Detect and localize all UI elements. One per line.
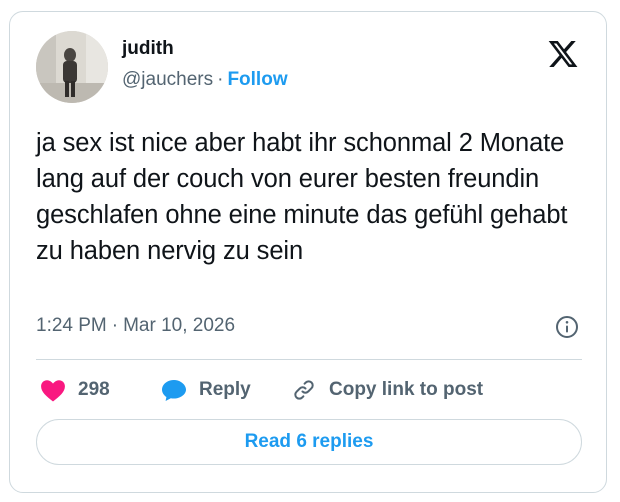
reply-button[interactable]: Reply xyxy=(161,375,251,405)
read-replies-label: Read 6 replies xyxy=(244,431,374,452)
read-replies-button[interactable]: Read 6 replies xyxy=(36,419,582,465)
author-handle[interactable]: @jauchers xyxy=(122,69,213,90)
post-date: Mar 10, 2026 xyxy=(123,315,236,336)
avatar-photo-icon xyxy=(36,31,108,103)
info-icon[interactable] xyxy=(555,315,579,339)
reply-label: Reply xyxy=(199,379,251,400)
like-count: 298 xyxy=(78,379,110,400)
link-icon xyxy=(294,380,314,400)
author-name[interactable]: judith xyxy=(122,38,174,60)
embedded-post-card: judith @jauchers · Follow ja sex ist nice … xyxy=(9,11,607,493)
x-logo-icon[interactable] xyxy=(547,38,579,70)
copy-link-button[interactable]: Copy link to post xyxy=(291,375,483,405)
divider xyxy=(36,359,582,360)
separator-dot: · xyxy=(111,315,119,336)
follow-button[interactable]: Follow xyxy=(227,69,287,90)
post-text: ja sex ist nice aber habt ihr schonmal 2… xyxy=(36,129,568,265)
avatar[interactable] xyxy=(36,31,108,103)
post-timestamp[interactable]: 1:24 PM · Mar 10, 2026 xyxy=(36,315,235,337)
heart-icon xyxy=(41,380,65,402)
copy-link-label: Copy link to post xyxy=(329,379,484,400)
speech-bubble-icon xyxy=(162,380,186,401)
post-time: 1:24 PM xyxy=(36,315,107,336)
like-button[interactable]: 298 xyxy=(40,375,110,405)
separator-dot: · xyxy=(217,69,224,90)
author-handle-row: @jauchers · Follow xyxy=(122,69,288,91)
